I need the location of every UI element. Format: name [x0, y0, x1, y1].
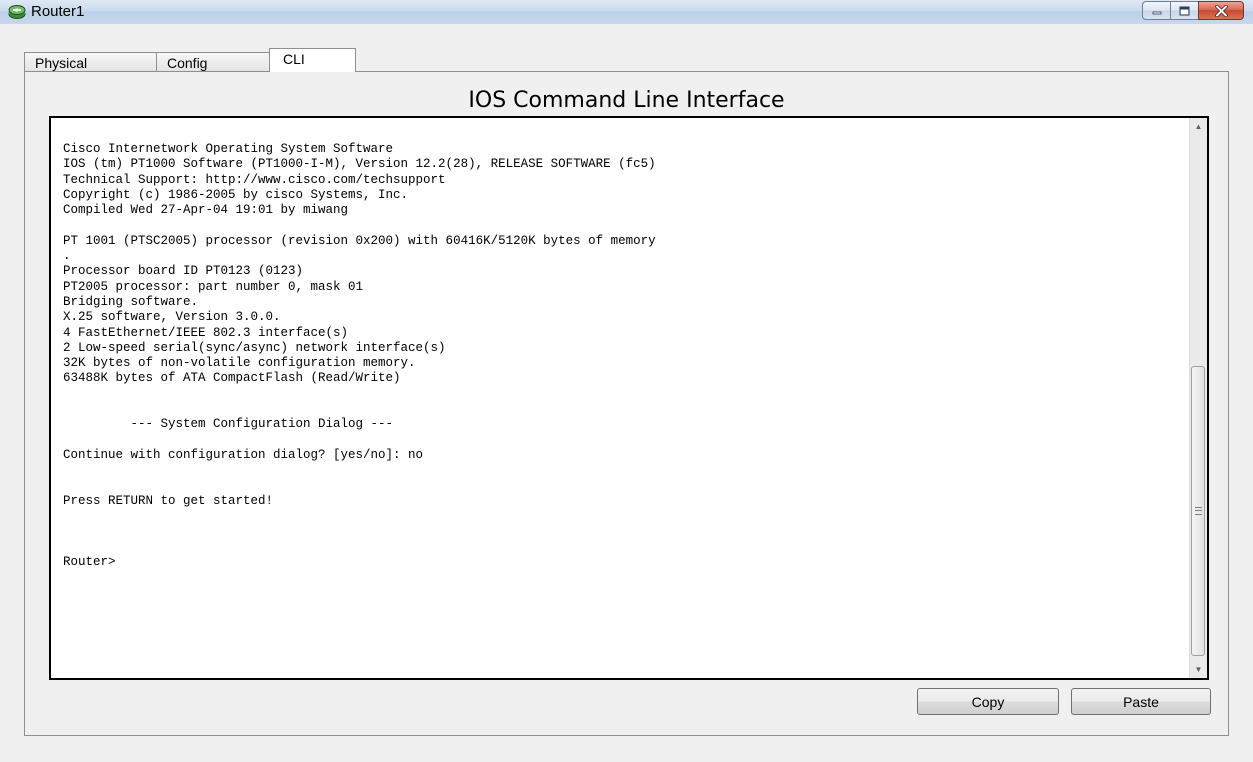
scroll-up-arrow-icon: ▲ — [1194, 122, 1203, 131]
copy-button[interactable]: Copy — [917, 688, 1059, 715]
cli-panel: IOS Command Line Interface Cisco Interne… — [24, 71, 1229, 736]
close-icon — [1214, 4, 1228, 17]
router-window: Router1 Physical Config CLI IOS Command … — [0, 0, 1253, 762]
caption-buttons — [1142, 1, 1244, 21]
console-area[interactable]: Cisco Internetwork Operating System Soft… — [49, 116, 1209, 680]
scroll-down-arrow-icon: ▼ — [1194, 665, 1203, 674]
scroll-up-button[interactable]: ▲ — [1190, 118, 1207, 135]
maximize-icon — [1179, 6, 1190, 15]
window-title: Router1 — [31, 3, 85, 20]
router-icon — [8, 5, 26, 19]
vertical-scrollbar[interactable]: ▲ ▼ — [1189, 118, 1207, 678]
maximize-button[interactable] — [1170, 1, 1198, 20]
minimize-button[interactable] — [1142, 1, 1170, 20]
paste-button[interactable]: Paste — [1071, 688, 1211, 715]
console-output[interactable]: Cisco Internetwork Operating System Soft… — [63, 142, 656, 570]
title-bar[interactable]: Router1 — [0, 0, 1253, 24]
tab-strip: Physical Config CLI — [24, 48, 356, 72]
close-button[interactable] — [1198, 1, 1244, 20]
minimize-icon — [1152, 11, 1161, 14]
tab-config[interactable]: Config — [156, 52, 270, 72]
tab-physical[interactable]: Physical — [24, 52, 157, 72]
panel-title: IOS Command Line Interface — [468, 88, 785, 113]
grip-icon — [1194, 507, 1202, 515]
scroll-down-button[interactable]: ▼ — [1190, 661, 1207, 678]
scroll-thumb[interactable] — [1191, 366, 1205, 656]
tab-cli[interactable]: CLI — [269, 48, 356, 72]
